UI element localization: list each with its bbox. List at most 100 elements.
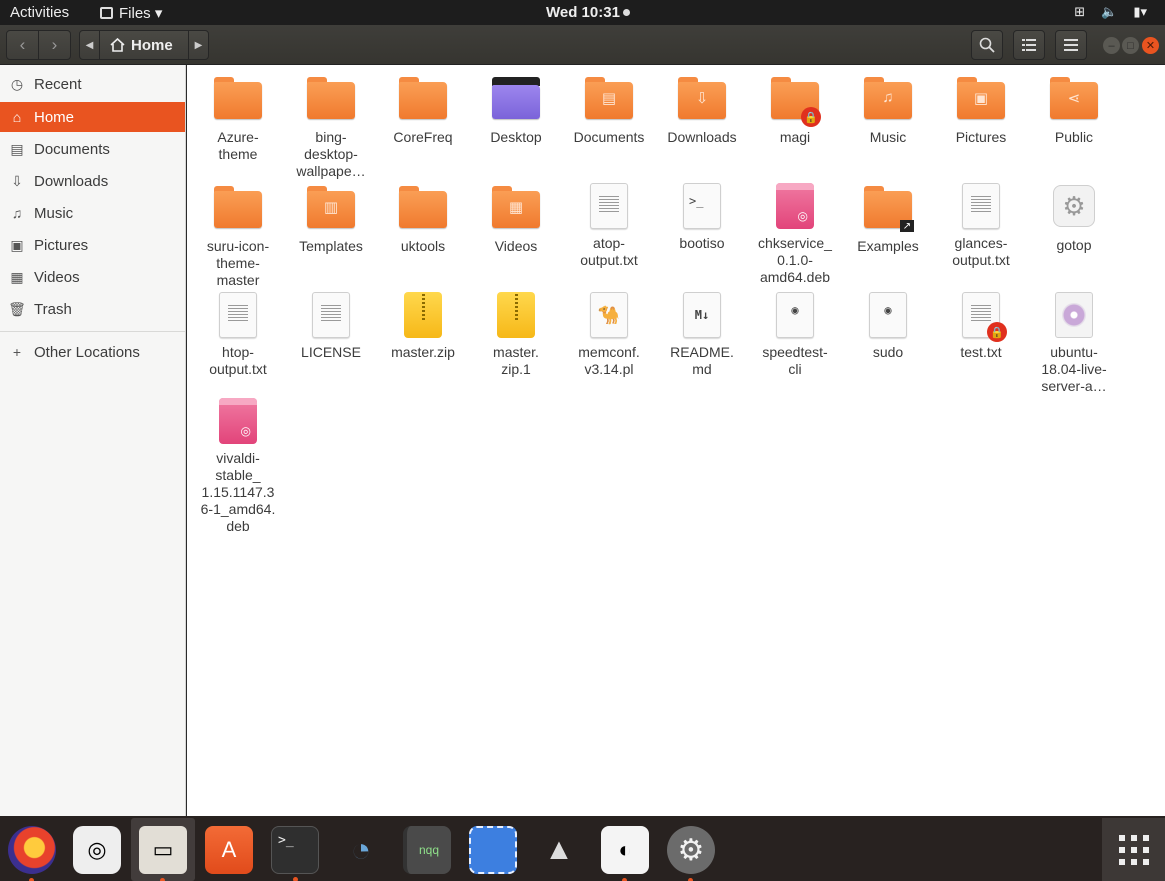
close-button[interactable]: ✕ bbox=[1142, 37, 1159, 54]
view-list-button[interactable] bbox=[1013, 30, 1045, 60]
file-item[interactable]: htop- output.txt bbox=[192, 291, 284, 378]
dock-app-rhythmbox[interactable]: ◎ bbox=[73, 826, 121, 874]
home-icon: ⌂ bbox=[12, 109, 22, 125]
file-item[interactable]: master.zip bbox=[377, 291, 469, 361]
sidebar-item-home[interactable]: ⌂ Home bbox=[0, 102, 185, 132]
file-item-label: Music bbox=[869, 129, 907, 145]
minimize-button[interactable]: – bbox=[1103, 37, 1120, 54]
clock[interactable]: Wed 10:31 bbox=[546, 4, 630, 21]
file-item[interactable]: ▣ Pictures bbox=[935, 73, 1027, 146]
music-icon: ♫ bbox=[11, 205, 23, 221]
dock-app-files[interactable]: ▭ bbox=[139, 826, 187, 881]
folder-icon: ▦ bbox=[492, 186, 540, 234]
aperture-icon: ◔ bbox=[350, 830, 372, 869]
forward-button[interactable]: › bbox=[39, 31, 70, 59]
dock-app-shutter[interactable]: ◔ bbox=[337, 826, 385, 874]
file-item-label: gotop bbox=[1056, 237, 1092, 253]
file-item[interactable]: ▦ Videos bbox=[470, 182, 562, 255]
debian-package-icon: ◎ bbox=[214, 398, 262, 446]
file-item-label: Documents bbox=[573, 129, 645, 145]
sidebar-item-pictures[interactable]: ▣ Pictures bbox=[0, 230, 185, 260]
sidebar-item-documents[interactable]: ▤ Documents bbox=[0, 134, 185, 164]
file-item[interactable]: atop- output.txt bbox=[563, 182, 655, 269]
app-grid-icon bbox=[1118, 834, 1149, 865]
file-item[interactable]: ♫ Music bbox=[842, 73, 934, 146]
sidebar-item-recent[interactable]: ◷ Recent bbox=[0, 69, 185, 99]
sidebar-item-music[interactable]: ♫ Music bbox=[0, 198, 185, 228]
file-item[interactable]: >_ bootiso bbox=[656, 182, 748, 252]
symlink-arrow-icon: ↗ bbox=[900, 220, 914, 232]
file-item[interactable]: uktools bbox=[377, 182, 469, 255]
search-button[interactable] bbox=[971, 30, 1003, 60]
file-item[interactable]: ⇩ Downloads bbox=[656, 73, 748, 146]
file-item[interactable]: M↓ README. md bbox=[656, 291, 748, 378]
file-item-label: test.txt bbox=[960, 344, 1002, 360]
file-item[interactable]: suru-icon- theme- master bbox=[192, 182, 284, 289]
file-item[interactable]: 🐪 memconf. v3.14.pl bbox=[563, 291, 655, 378]
file-item[interactable]: 🔒 magi bbox=[749, 73, 841, 146]
path-scroll-right-button[interactable]: ▶ bbox=[188, 31, 208, 59]
file-item[interactable]: ubuntu- 18.04-live- server-a… bbox=[1028, 291, 1120, 395]
file-item[interactable]: LICENSE bbox=[285, 291, 377, 361]
dock-app-tweaks[interactable]: ◐ bbox=[601, 826, 649, 881]
file-item[interactable]: Desktop bbox=[470, 73, 562, 146]
system-tray[interactable]: ⊞ 🔈 ▮▾ bbox=[1074, 4, 1147, 20]
file-item-label: glances- output.txt bbox=[952, 235, 1010, 268]
dock-app-firefox[interactable] bbox=[8, 826, 56, 881]
file-item[interactable]: master. zip.1 bbox=[470, 291, 562, 378]
file-item[interactable]: ◉ speedtest- cli bbox=[749, 291, 841, 378]
file-item[interactable]: ◎ chkservice_ 0.1.0- amd64.deb bbox=[749, 182, 841, 286]
path-scroll-left-button[interactable]: ◀ bbox=[80, 31, 100, 59]
show-applications-button[interactable] bbox=[1102, 818, 1165, 881]
folder-icon: ↗ bbox=[864, 186, 914, 234]
file-item[interactable]: ⚙ gotop bbox=[1028, 182, 1120, 254]
file-item[interactable]: bing- desktop- wallpape… bbox=[285, 73, 377, 180]
inkscape-icon: ▲ bbox=[544, 833, 574, 866]
menu-button[interactable] bbox=[1055, 30, 1087, 60]
disc-image-icon bbox=[1050, 292, 1098, 340]
folder-icon: ▣ bbox=[957, 77, 1005, 125]
file-item[interactable]: ◎ vivaldi- stable_ 1.15.1147.3 6-1_amd64.… bbox=[192, 397, 284, 535]
path-crumb-home[interactable]: Home bbox=[100, 37, 173, 54]
markdown-file-icon: M↓ bbox=[678, 292, 726, 340]
dock-app-inkscape[interactable]: ▲ bbox=[535, 826, 583, 874]
file-item[interactable]: 🔒 test.txt bbox=[935, 291, 1027, 361]
chevron-right-icon: › bbox=[51, 35, 58, 54]
file-item[interactable]: ↗ Examples bbox=[842, 182, 934, 255]
network-icon[interactable]: ⊞ bbox=[1074, 4, 1085, 20]
dock-app-terminal[interactable]: >_ bbox=[271, 826, 319, 881]
file-item[interactable]: glances- output.txt bbox=[935, 182, 1027, 269]
close-icon: ✕ bbox=[1145, 40, 1156, 52]
top-bar: Activities Files ▾ Wed 10:31 ⊞ 🔈 ▮▾ bbox=[0, 0, 1165, 25]
download-icon: ⇩ bbox=[11, 172, 23, 189]
dock-app-settings[interactable]: ⚙ bbox=[667, 826, 715, 881]
file-item[interactable]: CoreFreq bbox=[377, 73, 469, 146]
app-menu[interactable]: Files ▾ bbox=[100, 4, 162, 22]
file-item[interactable]: ◉ sudo bbox=[842, 291, 934, 361]
volume-icon[interactable]: 🔈 bbox=[1101, 4, 1117, 20]
sidebar-item-downloads[interactable]: ⇩ Downloads bbox=[0, 166, 185, 196]
video-icon: ▦ bbox=[10, 268, 24, 285]
file-item-label: Pictures bbox=[955, 129, 1007, 145]
trash-icon: 🗑 bbox=[8, 300, 26, 317]
file-item[interactable]: Azure- theme bbox=[192, 73, 284, 163]
debian-package-icon: ◎ bbox=[771, 183, 819, 231]
activities-button[interactable]: Activities bbox=[10, 4, 69, 21]
file-item-label: Azure- theme bbox=[217, 129, 259, 162]
back-button[interactable]: ‹ bbox=[7, 31, 39, 59]
chevron-left-icon: ‹ bbox=[19, 35, 26, 54]
dock-app-notepadqq[interactable]: nqq bbox=[403, 826, 451, 874]
dock-app-software[interactable]: A bbox=[205, 826, 253, 874]
battery-icon[interactable]: ▮▾ bbox=[1133, 4, 1147, 20]
file-item[interactable]: ⋖ Public bbox=[1028, 73, 1120, 146]
sidebar-item-trash[interactable]: 🗑 Trash bbox=[0, 294, 185, 324]
executable-gear-icon: ⚙ bbox=[1050, 185, 1098, 233]
file-item[interactable]: ▤ Documents bbox=[563, 73, 655, 146]
sidebar-item-label: Music bbox=[34, 204, 74, 222]
sidebar-item-videos[interactable]: ▦ Videos bbox=[0, 262, 185, 292]
sidebar-item-other-locations[interactable]: + Other Locations bbox=[0, 337, 185, 367]
perl-camel-icon: 🐪 bbox=[585, 292, 633, 340]
maximize-button[interactable]: □ bbox=[1122, 37, 1139, 54]
dock-app-screenshot[interactable] bbox=[469, 826, 517, 874]
file-item[interactable]: ▥ Templates bbox=[285, 182, 377, 255]
